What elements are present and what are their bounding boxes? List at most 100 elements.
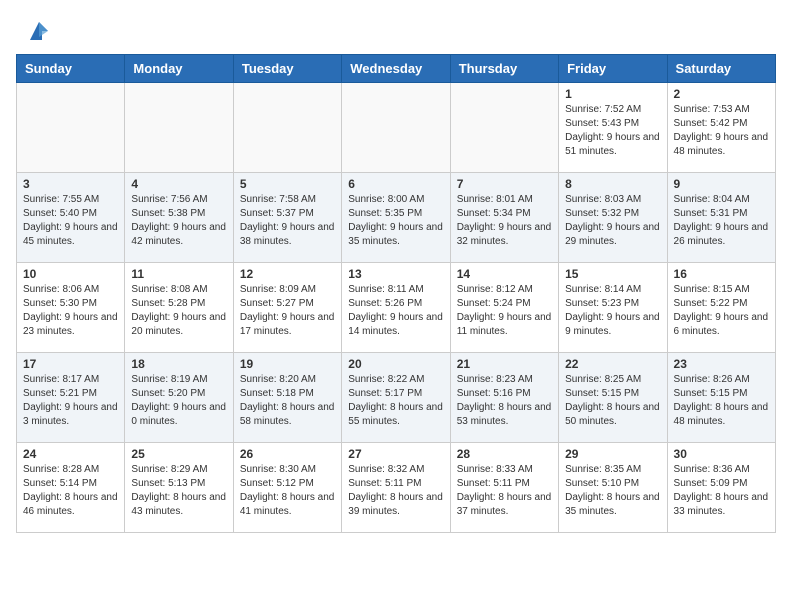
daylight-text: Daylight: 9 hours and 51 minutes. bbox=[565, 131, 660, 159]
day-info: Sunrise: 8:25 AMSunset: 5:15 PMDaylight:… bbox=[565, 373, 660, 429]
daylight-text: Daylight: 9 hours and 23 minutes. bbox=[23, 311, 118, 339]
day-info: Sunrise: 8:14 AMSunset: 5:23 PMDaylight:… bbox=[565, 283, 660, 339]
sunrise-text: Sunrise: 8:20 AM bbox=[240, 373, 335, 387]
sunrise-text: Sunrise: 7:53 AM bbox=[674, 103, 769, 117]
day-number: 9 bbox=[674, 177, 769, 191]
sunset-text: Sunset: 5:27 PM bbox=[240, 297, 335, 311]
day-info: Sunrise: 8:12 AMSunset: 5:24 PMDaylight:… bbox=[457, 283, 552, 339]
calendar-day-cell: 20Sunrise: 8:22 AMSunset: 5:17 PMDayligh… bbox=[342, 353, 450, 443]
sunset-text: Sunset: 5:11 PM bbox=[457, 477, 552, 491]
col-wednesday: Wednesday bbox=[342, 55, 450, 83]
sunrise-text: Sunrise: 8:22 AM bbox=[348, 373, 443, 387]
sunrise-text: Sunrise: 8:33 AM bbox=[457, 463, 552, 477]
daylight-text: Daylight: 8 hours and 53 minutes. bbox=[457, 401, 552, 429]
day-info: Sunrise: 8:36 AMSunset: 5:09 PMDaylight:… bbox=[674, 463, 769, 519]
day-number: 12 bbox=[240, 267, 335, 281]
calendar-day-cell: 28Sunrise: 8:33 AMSunset: 5:11 PMDayligh… bbox=[450, 443, 558, 533]
sunrise-text: Sunrise: 8:11 AM bbox=[348, 283, 443, 297]
calendar-day-cell: 17Sunrise: 8:17 AMSunset: 5:21 PMDayligh… bbox=[17, 353, 125, 443]
day-number: 22 bbox=[565, 357, 660, 371]
day-number: 28 bbox=[457, 447, 552, 461]
day-info: Sunrise: 8:00 AMSunset: 5:35 PMDaylight:… bbox=[348, 193, 443, 249]
day-number: 20 bbox=[348, 357, 443, 371]
sunrise-text: Sunrise: 7:52 AM bbox=[565, 103, 660, 117]
sunrise-text: Sunrise: 8:14 AM bbox=[565, 283, 660, 297]
sunset-text: Sunset: 5:10 PM bbox=[565, 477, 660, 491]
sunset-text: Sunset: 5:09 PM bbox=[674, 477, 769, 491]
sunset-text: Sunset: 5:32 PM bbox=[565, 207, 660, 221]
day-info: Sunrise: 8:30 AMSunset: 5:12 PMDaylight:… bbox=[240, 463, 335, 519]
calendar-day-cell: 3Sunrise: 7:55 AMSunset: 5:40 PMDaylight… bbox=[17, 173, 125, 263]
sunset-text: Sunset: 5:24 PM bbox=[457, 297, 552, 311]
day-number: 30 bbox=[674, 447, 769, 461]
calendar-day-cell: 16Sunrise: 8:15 AMSunset: 5:22 PMDayligh… bbox=[667, 263, 775, 353]
day-info: Sunrise: 8:06 AMSunset: 5:30 PMDaylight:… bbox=[23, 283, 118, 339]
sunset-text: Sunset: 5:21 PM bbox=[23, 387, 118, 401]
calendar-day-cell bbox=[342, 83, 450, 173]
daylight-text: Daylight: 8 hours and 48 minutes. bbox=[674, 401, 769, 429]
calendar-week-row: 24Sunrise: 8:28 AMSunset: 5:14 PMDayligh… bbox=[17, 443, 776, 533]
sunset-text: Sunset: 5:31 PM bbox=[674, 207, 769, 221]
daylight-text: Daylight: 9 hours and 14 minutes. bbox=[348, 311, 443, 339]
calendar-day-cell: 1Sunrise: 7:52 AMSunset: 5:43 PMDaylight… bbox=[559, 83, 667, 173]
day-number: 8 bbox=[565, 177, 660, 191]
daylight-text: Daylight: 9 hours and 38 minutes. bbox=[240, 221, 335, 249]
daylight-text: Daylight: 9 hours and 32 minutes. bbox=[457, 221, 552, 249]
sunrise-text: Sunrise: 8:35 AM bbox=[565, 463, 660, 477]
sunset-text: Sunset: 5:42 PM bbox=[674, 117, 769, 131]
daylight-text: Daylight: 9 hours and 0 minutes. bbox=[131, 401, 226, 429]
calendar-day-cell: 21Sunrise: 8:23 AMSunset: 5:16 PMDayligh… bbox=[450, 353, 558, 443]
daylight-text: Daylight: 9 hours and 9 minutes. bbox=[565, 311, 660, 339]
daylight-text: Daylight: 9 hours and 45 minutes. bbox=[23, 221, 118, 249]
logo bbox=[20, 16, 54, 46]
sunset-text: Sunset: 5:13 PM bbox=[131, 477, 226, 491]
daylight-text: Daylight: 9 hours and 6 minutes. bbox=[674, 311, 769, 339]
sunrise-text: Sunrise: 8:19 AM bbox=[131, 373, 226, 387]
day-number: 4 bbox=[131, 177, 226, 191]
calendar-week-row: 1Sunrise: 7:52 AMSunset: 5:43 PMDaylight… bbox=[17, 83, 776, 173]
daylight-text: Daylight: 9 hours and 48 minutes. bbox=[674, 131, 769, 159]
day-info: Sunrise: 8:11 AMSunset: 5:26 PMDaylight:… bbox=[348, 283, 443, 339]
calendar-day-cell: 11Sunrise: 8:08 AMSunset: 5:28 PMDayligh… bbox=[125, 263, 233, 353]
day-info: Sunrise: 8:09 AMSunset: 5:27 PMDaylight:… bbox=[240, 283, 335, 339]
daylight-text: Daylight: 9 hours and 11 minutes. bbox=[457, 311, 552, 339]
sunset-text: Sunset: 5:40 PM bbox=[23, 207, 118, 221]
sunrise-text: Sunrise: 8:09 AM bbox=[240, 283, 335, 297]
calendar-week-row: 10Sunrise: 8:06 AMSunset: 5:30 PMDayligh… bbox=[17, 263, 776, 353]
day-number: 2 bbox=[674, 87, 769, 101]
sunset-text: Sunset: 5:12 PM bbox=[240, 477, 335, 491]
calendar-day-cell bbox=[125, 83, 233, 173]
sunset-text: Sunset: 5:43 PM bbox=[565, 117, 660, 131]
day-number: 11 bbox=[131, 267, 226, 281]
sunset-text: Sunset: 5:14 PM bbox=[23, 477, 118, 491]
calendar-week-row: 3Sunrise: 7:55 AMSunset: 5:40 PMDaylight… bbox=[17, 173, 776, 263]
day-number: 7 bbox=[457, 177, 552, 191]
sunset-text: Sunset: 5:23 PM bbox=[565, 297, 660, 311]
calendar-day-cell bbox=[17, 83, 125, 173]
daylight-text: Daylight: 9 hours and 20 minutes. bbox=[131, 311, 226, 339]
sunrise-text: Sunrise: 8:00 AM bbox=[348, 193, 443, 207]
day-number: 13 bbox=[348, 267, 443, 281]
calendar-day-cell bbox=[233, 83, 341, 173]
calendar-day-cell: 5Sunrise: 7:58 AMSunset: 5:37 PMDaylight… bbox=[233, 173, 341, 263]
calendar-day-cell: 10Sunrise: 8:06 AMSunset: 5:30 PMDayligh… bbox=[17, 263, 125, 353]
day-info: Sunrise: 8:17 AMSunset: 5:21 PMDaylight:… bbox=[23, 373, 118, 429]
day-info: Sunrise: 7:52 AMSunset: 5:43 PMDaylight:… bbox=[565, 103, 660, 159]
day-number: 27 bbox=[348, 447, 443, 461]
sunset-text: Sunset: 5:38 PM bbox=[131, 207, 226, 221]
sunset-text: Sunset: 5:11 PM bbox=[348, 477, 443, 491]
calendar-day-cell: 4Sunrise: 7:56 AMSunset: 5:38 PMDaylight… bbox=[125, 173, 233, 263]
sunset-text: Sunset: 5:26 PM bbox=[348, 297, 443, 311]
sunset-text: Sunset: 5:22 PM bbox=[674, 297, 769, 311]
col-thursday: Thursday bbox=[450, 55, 558, 83]
daylight-text: Daylight: 9 hours and 35 minutes. bbox=[348, 221, 443, 249]
sunrise-text: Sunrise: 8:08 AM bbox=[131, 283, 226, 297]
day-info: Sunrise: 8:32 AMSunset: 5:11 PMDaylight:… bbox=[348, 463, 443, 519]
day-info: Sunrise: 8:04 AMSunset: 5:31 PMDaylight:… bbox=[674, 193, 769, 249]
calendar-day-cell: 19Sunrise: 8:20 AMSunset: 5:18 PMDayligh… bbox=[233, 353, 341, 443]
sunset-text: Sunset: 5:20 PM bbox=[131, 387, 226, 401]
calendar-day-cell: 26Sunrise: 8:30 AMSunset: 5:12 PMDayligh… bbox=[233, 443, 341, 533]
sunset-text: Sunset: 5:37 PM bbox=[240, 207, 335, 221]
calendar-week-row: 17Sunrise: 8:17 AMSunset: 5:21 PMDayligh… bbox=[17, 353, 776, 443]
day-number: 16 bbox=[674, 267, 769, 281]
